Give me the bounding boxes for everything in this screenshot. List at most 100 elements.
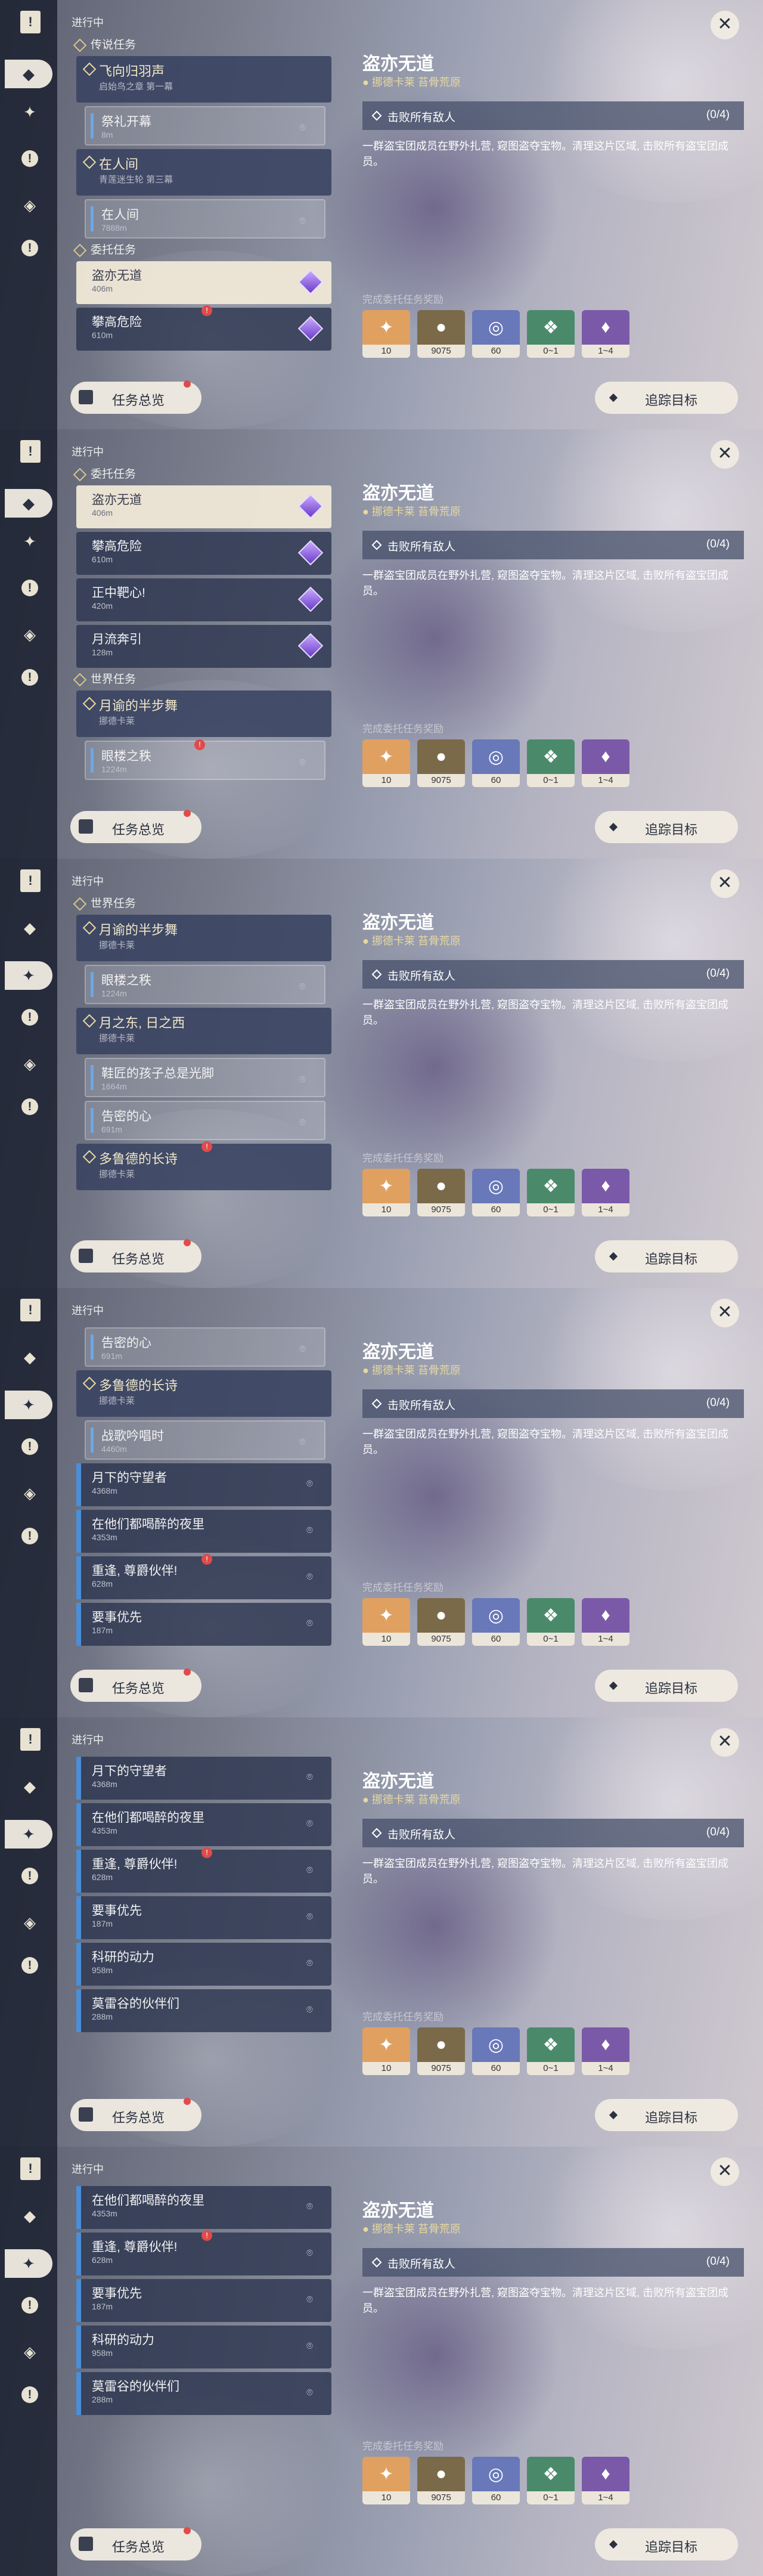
reward-item[interactable]: ✦ 10 bbox=[362, 1598, 410, 1646]
reward-item[interactable]: ✦ 10 bbox=[362, 2457, 410, 2504]
alert-icon[interactable]: ! bbox=[20, 2296, 39, 2315]
location-pin-icon[interactable]: ⌾ bbox=[306, 1957, 317, 1970]
reward-item[interactable]: ◎ 60 bbox=[472, 1169, 520, 1216]
notice-icon[interactable]: ! bbox=[20, 1527, 39, 1546]
notice-icon[interactable]: ! bbox=[20, 1956, 39, 1975]
quest-item[interactable]: 科研的动力 958m ⌾ bbox=[76, 2326, 331, 2368]
quest-group[interactable]: 月之东, 日之西 挪德卡莱 bbox=[76, 1008, 331, 1054]
quest-group[interactable]: 多鲁德的长诗 挪德卡莱! bbox=[76, 1141, 331, 1190]
location-pin-icon[interactable]: ⌾ bbox=[306, 1864, 317, 1877]
alert-icon[interactable]: ! bbox=[20, 578, 39, 597]
reward-item[interactable]: ❖ 0~1 bbox=[527, 310, 575, 358]
quest-item[interactable]: 在他们都喝醉的夜里 4353m ⌾ bbox=[76, 1510, 331, 1553]
track-target-button[interactable]: 追踪目标 bbox=[595, 1240, 738, 1272]
reward-item[interactable]: ❖ 0~1 bbox=[527, 739, 575, 787]
reward-item[interactable]: ❖ 0~1 bbox=[527, 2027, 575, 2075]
alert-icon[interactable]: ! bbox=[20, 1437, 39, 1456]
location-pin-icon[interactable]: ⌾ bbox=[299, 215, 310, 228]
quest-overview-button[interactable]: 任务总览 bbox=[70, 810, 201, 843]
commission-icon[interactable]: ◆ bbox=[20, 1348, 39, 1367]
close-button[interactable]: ✕ bbox=[711, 1728, 739, 1757]
quest-group[interactable]: 月谕的半步舞 挪德卡莱 bbox=[76, 915, 331, 961]
quest-item[interactable]: 科研的动力 958m ⌾ bbox=[76, 1943, 331, 1986]
quest-item[interactable]: 重逢, 尊爵伙伴! 628m ⌾! bbox=[76, 1554, 331, 1599]
location-pin-icon[interactable]: ⌾ bbox=[299, 122, 310, 135]
quest-list[interactable]: 传说任务 飞向归羽声 启始鸟之章 第一幕 祭礼开幕 8m ⌾ 在人间 青莲迷生轮 第三幕 在人间… bbox=[70, 37, 333, 383]
reward-item[interactable]: ♦ 1~4 bbox=[582, 1169, 629, 1216]
reward-item[interactable]: ✦ 10 bbox=[362, 310, 410, 358]
location-pin-icon[interactable]: ⌾ bbox=[306, 2200, 317, 2213]
quest-overview-button[interactable]: 任务总览 bbox=[70, 1239, 201, 1272]
location-pin-icon[interactable]: ⌾ bbox=[299, 1073, 310, 1086]
location-pin-icon[interactable]: ⌾ bbox=[306, 2293, 317, 2306]
quest-overview-button[interactable]: 任务总览 bbox=[70, 2527, 201, 2560]
quest-item[interactable]: 眼楼之秩 1224m ⌾ bbox=[85, 965, 325, 1004]
close-button[interactable]: ✕ bbox=[711, 440, 739, 469]
quest-item[interactable]: 战歌吟唱时 4460m ⌾ bbox=[85, 1420, 325, 1460]
quest-overview-button[interactable]: 任务总览 bbox=[70, 380, 201, 414]
commission-icon[interactable]: ◆ bbox=[20, 918, 39, 937]
quest-book-icon[interactable]: ! bbox=[20, 1728, 41, 1751]
diamond-grid-icon[interactable]: ◈ bbox=[20, 1484, 39, 1503]
reward-item[interactable]: ✦ 10 bbox=[362, 2027, 410, 2075]
alert-icon[interactable]: ! bbox=[20, 149, 39, 168]
notice-icon[interactable]: ! bbox=[20, 1097, 39, 1116]
compass-icon[interactable]: ✦ bbox=[5, 961, 52, 990]
quest-item[interactable]: 在他们都喝醉的夜里 4353m ⌾ bbox=[76, 1803, 331, 1846]
quest-item[interactable]: 要事优先 187m ⌾ bbox=[76, 1603, 331, 1646]
reward-item[interactable]: ● 9075 bbox=[417, 1598, 465, 1646]
reward-item[interactable]: ❖ 0~1 bbox=[527, 2457, 575, 2504]
quest-item[interactable]: 盗亦无道 406m bbox=[76, 485, 331, 528]
reward-item[interactable]: ● 9075 bbox=[417, 739, 465, 787]
close-button[interactable]: ✕ bbox=[711, 869, 739, 898]
close-button[interactable]: ✕ bbox=[711, 2157, 739, 2186]
location-pin-icon[interactable]: ⌾ bbox=[306, 2247, 317, 2260]
location-pin-icon[interactable]: ⌾ bbox=[299, 980, 310, 993]
quest-list[interactable]: 在他们都喝醉的夜里 4353m ⌾ 重逢, 尊爵伙伴! 628m ⌾! 要事优先 187m ⌾ 科… bbox=[70, 2184, 333, 2529]
reward-item[interactable]: ♦ 1~4 bbox=[582, 2027, 629, 2075]
quest-item[interactable]: 月下的守望者 4368m ⌾ bbox=[76, 1757, 331, 1800]
quest-book-icon[interactable]: ! bbox=[20, 869, 41, 892]
quest-list[interactable]: 月下的守望者 4368m ⌾ 在他们都喝醉的夜里 4353m ⌾ 重逢, 尊爵伙伴! 628m… bbox=[70, 1754, 333, 2100]
location-pin-icon[interactable]: ⌾ bbox=[299, 1116, 310, 1129]
quest-item[interactable]: 在人间 7888m ⌾ bbox=[85, 199, 325, 239]
quest-item[interactable]: 重逢, 尊爵伙伴! 628m ⌾! bbox=[76, 2230, 331, 2275]
track-target-button[interactable]: 追踪目标 bbox=[595, 382, 738, 414]
reward-item[interactable]: ◎ 60 bbox=[472, 310, 520, 358]
quest-item[interactable]: 攀高危险 610m bbox=[76, 532, 331, 575]
compass-icon[interactable]: ✦ bbox=[20, 532, 39, 551]
reward-item[interactable]: ◎ 60 bbox=[472, 739, 520, 787]
quest-list[interactable]: 告密的心 691m ⌾ 多鲁德的长诗 挪德卡莱 战歌吟唱时 4460m ⌾ 月下的守望者 4368… bbox=[70, 1325, 333, 1671]
quest-book-icon[interactable]: ! bbox=[20, 2157, 41, 2180]
location-pin-icon[interactable]: ⌾ bbox=[306, 2340, 317, 2353]
diamond-grid-icon[interactable]: ◈ bbox=[20, 196, 39, 215]
location-pin-icon[interactable]: ⌾ bbox=[306, 1478, 317, 1491]
quest-item[interactable]: 月流奔引 128m bbox=[76, 625, 331, 668]
quest-item[interactable]: 莫雷谷的伙伴们 288m ⌾ bbox=[76, 1989, 331, 2032]
quest-group[interactable]: 在人间 青莲迷生轮 第三幕 bbox=[76, 149, 331, 196]
alert-icon[interactable]: ! bbox=[20, 1866, 39, 1885]
quest-item[interactable]: 在他们都喝醉的夜里 4353m ⌾ bbox=[76, 2186, 331, 2229]
location-pin-icon[interactable]: ⌾ bbox=[306, 2386, 317, 2399]
quest-item[interactable]: 告密的心 691m ⌾ bbox=[85, 1327, 325, 1367]
location-pin-icon[interactable]: ⌾ bbox=[299, 756, 310, 769]
quest-item[interactable]: 盗亦无道 406m bbox=[76, 261, 331, 304]
commission-icon[interactable]: ◆ bbox=[5, 60, 52, 88]
location-pin-icon[interactable]: ⌾ bbox=[299, 1436, 310, 1449]
reward-item[interactable]: ◎ 60 bbox=[472, 2457, 520, 2504]
track-target-button[interactable]: 追踪目标 bbox=[595, 2099, 738, 2131]
reward-item[interactable]: ● 9075 bbox=[417, 310, 465, 358]
quest-item[interactable]: 告密的心 691m ⌾ bbox=[85, 1101, 325, 1140]
location-pin-icon[interactable]: ⌾ bbox=[306, 1771, 317, 1784]
reward-item[interactable]: ♦ 1~4 bbox=[582, 2457, 629, 2504]
reward-item[interactable]: ♦ 1~4 bbox=[582, 739, 629, 787]
track-target-button[interactable]: 追踪目标 bbox=[595, 2528, 738, 2560]
quest-item[interactable]: 要事优先 187m ⌾ bbox=[76, 2279, 331, 2322]
diamond-grid-icon[interactable]: ◈ bbox=[20, 625, 39, 644]
quest-group[interactable]: 多鲁德的长诗 挪德卡莱 bbox=[76, 1370, 331, 1417]
compass-icon[interactable]: ✦ bbox=[5, 2249, 52, 2278]
quest-book-icon[interactable]: ! bbox=[20, 440, 41, 463]
notice-icon[interactable]: ! bbox=[20, 239, 39, 258]
reward-item[interactable]: ● 9075 bbox=[417, 2457, 465, 2504]
reward-item[interactable]: ✦ 10 bbox=[362, 1169, 410, 1216]
